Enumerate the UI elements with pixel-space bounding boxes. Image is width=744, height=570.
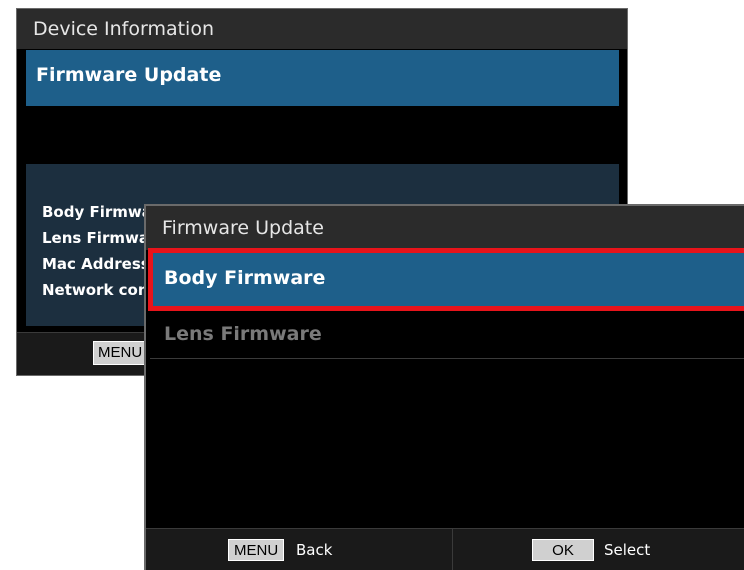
firmware-update-title: Firmware Update xyxy=(146,206,744,250)
menu-item-lens-firmware: Lens Firmware xyxy=(150,311,744,359)
ok-select-key[interactable]: OK xyxy=(532,539,594,561)
menu-item-firmware-update[interactable]: Firmware Update xyxy=(26,50,619,106)
menu-item-body-firmware[interactable]: Body Firmware xyxy=(150,250,744,306)
menu-back-key[interactable]: MENU xyxy=(228,539,285,561)
stage: Device Information Firmware Update Body … xyxy=(0,0,744,570)
info-label: Mac Address xyxy=(42,255,150,273)
select-label: Select xyxy=(604,541,651,559)
device-information-title: Device Information xyxy=(17,9,627,49)
firmware-update-screen: Firmware Update Body Firmware Lens Firmw… xyxy=(144,204,744,570)
footer-divider xyxy=(452,529,453,570)
menu-key-button[interactable]: MENU xyxy=(93,341,148,365)
back-label: Back xyxy=(296,541,333,559)
firmware-update-footer: MENU Back OK Select xyxy=(146,528,744,570)
info-row-mac-address: Mac Address xyxy=(42,251,150,277)
